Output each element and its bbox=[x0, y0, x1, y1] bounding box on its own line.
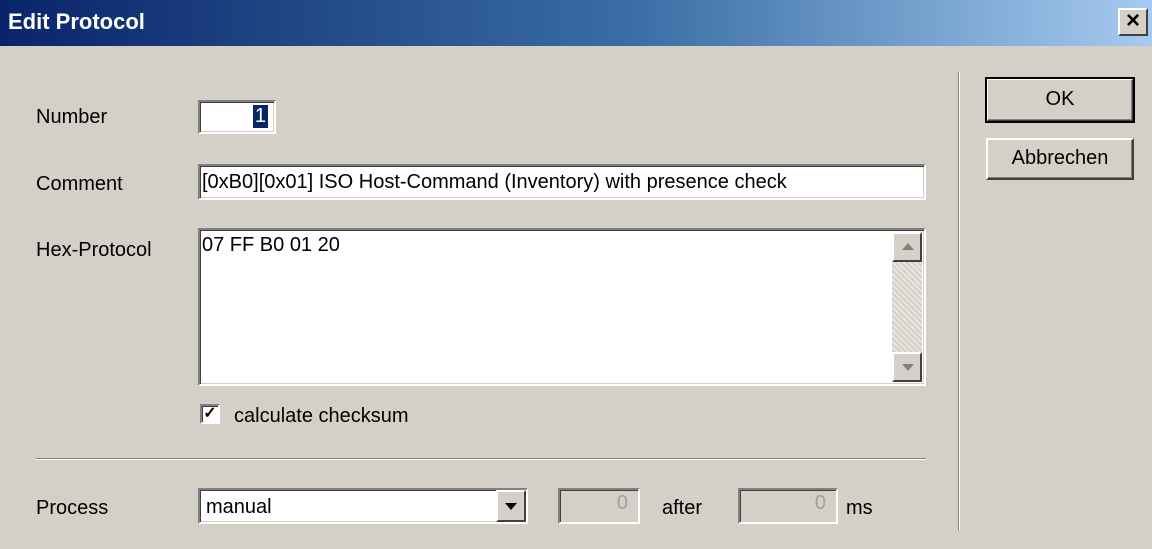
hex-protocol-value: 07 FF B0 01 20 bbox=[202, 234, 340, 256]
process-dropdown-button[interactable] bbox=[496, 490, 526, 522]
close-icon: × bbox=[1125, 7, 1140, 34]
number-label: Number bbox=[36, 106, 108, 128]
hex-protocol-textarea[interactable]: 07 FF B0 01 20 bbox=[198, 228, 926, 386]
cancel-button[interactable]: Abbrechen bbox=[986, 138, 1134, 180]
chevron-down-icon bbox=[505, 503, 517, 510]
count-value: 0 bbox=[616, 492, 628, 514]
process-selected-value: manual bbox=[206, 496, 272, 518]
vertical-scrollbar[interactable] bbox=[892, 232, 922, 382]
hex-protocol-label: Hex-Protocol bbox=[36, 239, 152, 261]
comment-label: Comment bbox=[36, 173, 123, 195]
horizontal-divider bbox=[36, 458, 926, 460]
number-value: 1 bbox=[252, 105, 268, 128]
process-select[interactable]: manual bbox=[198, 488, 528, 524]
number-input[interactable]: 1 bbox=[198, 100, 276, 134]
vertical-divider bbox=[958, 72, 960, 530]
comment-input[interactable]: [0xB0][0x01] ISO Host-Command (Inventory… bbox=[198, 164, 926, 200]
checkmark-icon: ✓ bbox=[203, 405, 217, 422]
process-label: Process bbox=[36, 497, 109, 519]
after-label: after bbox=[662, 497, 703, 519]
dialog-title: Edit Protocol bbox=[8, 9, 145, 34]
calculate-checksum-checkbox[interactable]: ✓ bbox=[200, 404, 220, 424]
scroll-up-button[interactable] bbox=[892, 232, 922, 262]
comment-value: [0xB0][0x01] ISO Host-Command (Inventory… bbox=[202, 171, 787, 193]
ok-button[interactable]: OK bbox=[985, 77, 1135, 123]
title-bar[interactable]: Edit Protocol × bbox=[0, 0, 1152, 46]
scroll-up-arrow-icon bbox=[902, 243, 914, 250]
calculate-checksum-label: calculate checksum bbox=[234, 405, 409, 427]
ms-label: ms bbox=[846, 497, 873, 519]
close-button[interactable]: × bbox=[1118, 8, 1148, 36]
scroll-down-arrow-icon bbox=[902, 364, 914, 371]
delay-value: 0 bbox=[814, 492, 826, 514]
count-input[interactable]: 0 bbox=[558, 488, 640, 524]
scroll-down-button[interactable] bbox=[892, 352, 922, 382]
delay-input[interactable]: 0 bbox=[738, 488, 838, 524]
